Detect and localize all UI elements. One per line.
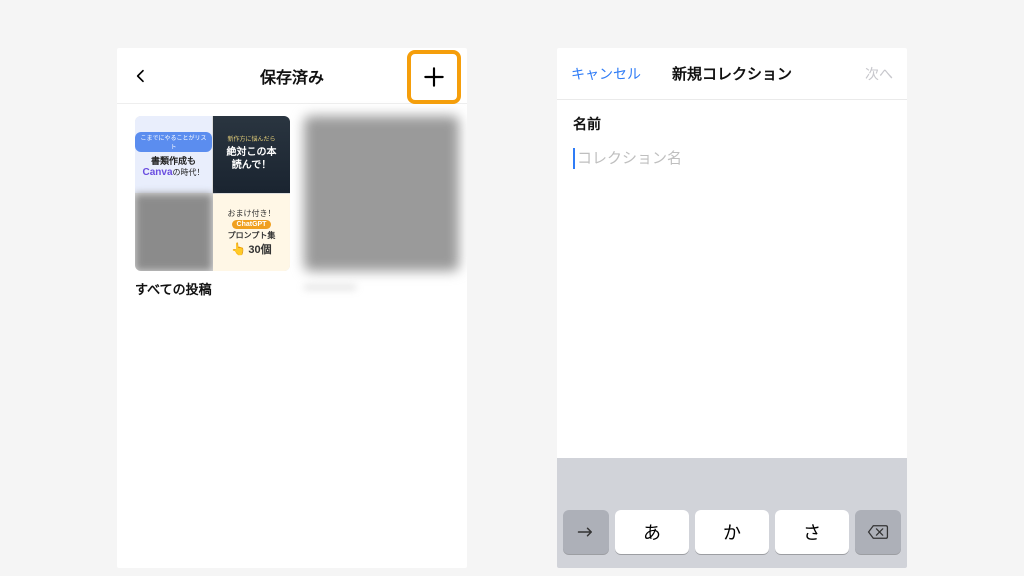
backspace-icon	[867, 524, 889, 540]
arrow-right-icon	[577, 525, 595, 539]
right-screen: キャンセル 新規コレクション 次へ 名前 あ か さ	[557, 48, 907, 568]
key-sa[interactable]: さ	[775, 510, 849, 554]
thumbnail	[135, 194, 212, 271]
plus-icon	[421, 64, 447, 90]
modal-title: 新規コレクション	[672, 63, 792, 84]
back-button[interactable]	[129, 64, 153, 88]
left-screen: 保存済み こまでにやることがリスト 書類作成も Canvaの時代！ 新作方に悩ん…	[117, 48, 467, 568]
page-title: 保存済み	[260, 64, 324, 88]
thumbnail: 新作方に悩んだら 絶対この本 読んで！	[213, 116, 290, 193]
collection-name-input[interactable]	[573, 148, 891, 169]
key-ka[interactable]: か	[695, 510, 769, 554]
collection-label: すべての投稿	[135, 279, 290, 298]
key-a[interactable]: あ	[615, 510, 689, 554]
collection-thumbnails: こまでにやることがリスト 書類作成も Canvaの時代！ 新作方に悩んだら 絶対…	[135, 116, 290, 271]
saved-header: 保存済み	[117, 48, 467, 104]
key-arrow[interactable]	[563, 510, 609, 554]
keyboard-row: あ か さ	[563, 510, 901, 554]
collection-thumbnails	[304, 116, 459, 271]
collections-grid: こまでにやることがリスト 書類作成も Canvaの時代！ 新作方に悩んだら 絶対…	[117, 104, 467, 310]
key-delete[interactable]	[855, 510, 901, 554]
next-button[interactable]: 次へ	[865, 64, 893, 84]
new-collection-header: キャンセル 新規コレクション 次へ	[557, 48, 907, 100]
field-label: 名前	[573, 114, 891, 134]
thumbnail: おまけ付き！ ChatGPT プロンプト集 👆30個	[213, 194, 290, 271]
keyboard: あ か さ	[557, 458, 907, 568]
name-field-block: 名前	[557, 100, 907, 175]
collection-item[interactable]: ————	[304, 116, 459, 298]
collection-all-posts[interactable]: こまでにやることがリスト 書類作成も Canvaの時代！ 新作方に悩んだら 絶対…	[135, 116, 290, 298]
add-collection-button[interactable]	[407, 50, 461, 104]
cancel-button[interactable]: キャンセル	[571, 64, 641, 84]
thumbnail: こまでにやることがリスト 書類作成も Canvaの時代！	[135, 116, 212, 193]
chevron-left-icon	[133, 68, 149, 84]
collection-label: ————	[304, 279, 459, 294]
keyboard-suggestion-strip[interactable]	[563, 466, 901, 502]
